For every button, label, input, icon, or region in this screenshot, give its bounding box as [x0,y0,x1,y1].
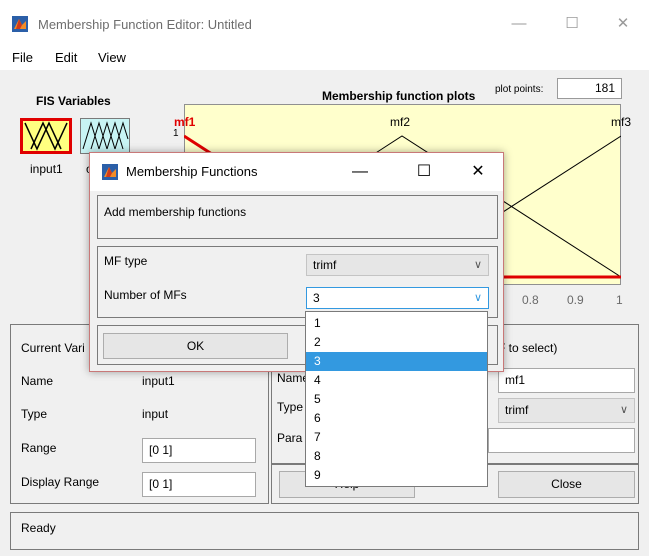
dialog-minimize-button[interactable]: — [340,159,380,185]
option-6[interactable]: 6 [306,409,487,428]
menu-edit[interactable]: Edit [55,50,77,65]
mf2-label[interactable]: mf2 [390,115,410,129]
mf-params-label: Para [277,431,303,445]
status-text: Ready [21,521,56,535]
matlab-icon [12,16,28,32]
type-label: Type [21,407,48,421]
x-tick-label: 1 [616,293,623,307]
variable-name-value: input1 [142,374,175,388]
input1-label: input1 [30,162,63,176]
option-4[interactable]: 4 [306,371,487,390]
mf-type-value: trimf [505,403,529,417]
option-2[interactable]: 2 [306,333,487,352]
range-label: Range [21,441,57,455]
current-mf-heading: F to select) [498,341,558,355]
dialog-maximize-button[interactable]: ☐ [404,159,444,185]
status-bar [10,512,639,550]
plot-points-input[interactable]: 181 [557,78,622,99]
mf-params-input[interactable] [488,428,635,453]
range-input[interactable]: [0 1] [142,438,256,463]
number-of-mfs-dropdown[interactable]: 3 ∨ [306,287,489,309]
mf1-label[interactable]: mf1 [174,115,195,129]
chevron-down-icon: ∨ [473,259,482,271]
close-window-button[interactable]: ✕ [600,10,646,38]
plot-points-label: plot points: [495,84,544,95]
mf-type-select[interactable]: trimf ∨ [498,398,635,423]
close-button[interactable]: Close [498,471,635,498]
variable-type-value: input [142,407,169,421]
plot-title: Membership function plots [322,89,476,103]
chevron-down-icon: ∨ [619,404,628,416]
dialog-title: Membership Functions [126,164,258,179]
mf-type-label: Type [277,400,304,414]
menu-view[interactable]: View [98,50,126,65]
x-tick-label: 0.9 [567,293,584,307]
option-3-selected[interactable]: 3 [306,352,487,371]
mf-type-label: MF type [104,254,148,268]
mf-name-input[interactable]: mf1 [498,368,635,393]
maximize-button[interactable]: ☐ [549,10,595,38]
matlab-icon [102,164,118,180]
dialog-close-button[interactable]: ✕ [458,159,498,185]
option-1[interactable]: 1 [306,314,487,333]
number-of-mfs-label: Number of MFs [104,288,187,302]
name-label: Name [21,374,54,388]
option-8[interactable]: 8 [306,447,487,466]
mf-triangles-icon [24,121,68,151]
window-title: Membership Function Editor: Untitled [38,17,252,32]
option-7[interactable]: 7 [306,428,487,447]
fis-variables-heading: FIS Variables [36,94,111,108]
number-of-mfs-options[interactable]: 1 2 3 4 5 6 7 8 9 [305,311,488,487]
x-tick-label: 0.8 [522,293,539,307]
option-9[interactable]: 9 [306,466,487,485]
add-mf-text: Add membership functions [104,205,247,219]
mf3-label[interactable]: mf3 [611,115,631,129]
mf-type-dropdown[interactable]: trimf ∨ [306,254,489,276]
option-5[interactable]: 5 [306,390,487,409]
display-range-input[interactable]: [0 1] [142,472,256,497]
minimize-button[interactable]: — [496,10,542,38]
menu-file[interactable]: File [12,50,33,65]
mf-type-dropdown-value: trimf [313,258,337,272]
input1-variable-icon[interactable] [20,118,72,154]
output1-variable-icon[interactable] [80,118,130,154]
mf-triangles-icon [82,121,129,150]
number-of-mfs-value: 3 [313,291,320,305]
display-range-label: Display Range [21,475,100,489]
ok-button[interactable]: OK [103,333,288,359]
y-tick-label: 1 [173,128,179,139]
current-variable-heading: Current Vari [21,341,85,355]
chevron-down-icon: ∨ [473,292,482,304]
